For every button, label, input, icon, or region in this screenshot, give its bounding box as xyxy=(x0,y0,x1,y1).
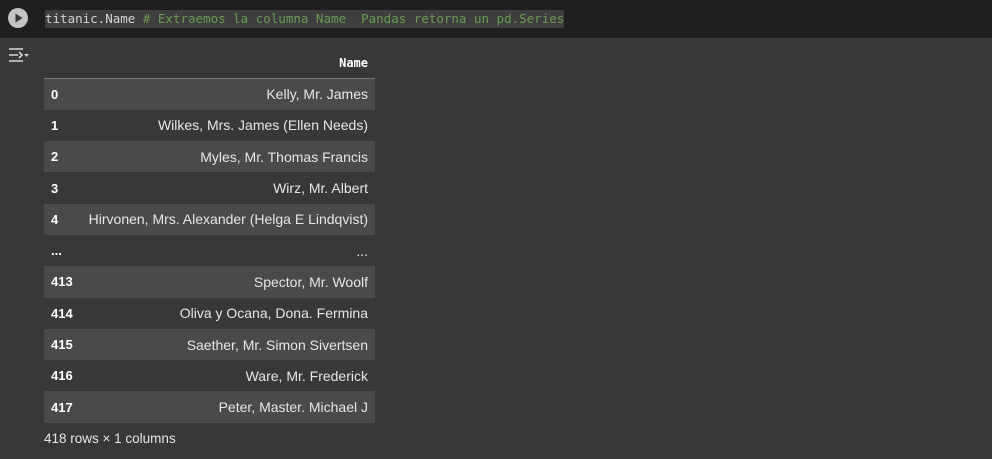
run-cell-button[interactable] xyxy=(8,8,28,28)
row-index: 2 xyxy=(51,149,59,165)
row-index: 4 xyxy=(51,211,59,227)
table-row: 1 Wilkes, Mrs. James (Ellen Needs) xyxy=(44,109,375,142)
name-cell: Spector, Mr. Woolf xyxy=(253,273,368,290)
row-index: 415 xyxy=(51,337,73,353)
table-row: 0 Kelly, Mr. James xyxy=(44,78,375,110)
table-header-row: Name xyxy=(44,47,375,79)
table-row: ...... xyxy=(44,234,375,267)
code-comment: # Extraemos la columna Name Pandas retor… xyxy=(142,11,565,26)
name-cell: Myles, Mr. Thomas Francis xyxy=(200,148,368,165)
table-row: 413 Spector, Mr. Woolf xyxy=(44,266,375,298)
row-index: 416 xyxy=(51,368,73,384)
table-row: 2 Myles, Mr. Thomas Francis xyxy=(44,141,375,173)
column-header-name: Name xyxy=(87,47,375,79)
row-index: 414 xyxy=(51,305,73,321)
row-index: 0 xyxy=(51,86,59,102)
row-index: 3 xyxy=(51,180,59,196)
code-line[interactable]: titanic.Name # Extraemos la columna Name… xyxy=(45,10,565,28)
table-row: 417 Peter, Master. Michael J xyxy=(44,391,375,423)
row-index: 417 xyxy=(51,399,73,415)
name-cell: Hirvonen, Mrs. Alexander (Helga E Lindqv… xyxy=(88,211,368,228)
row-index: 1 xyxy=(51,117,59,133)
index-header xyxy=(44,47,87,79)
name-cell: Saether, Mr. Simon Sivertsen xyxy=(186,336,368,353)
name-cell: Oliva y Ocana, Dona. Fermina xyxy=(179,305,368,322)
table-row: 415 Saether, Mr. Simon Sivertsen xyxy=(44,328,375,361)
play-icon xyxy=(15,13,23,23)
output-toggle-button[interactable] xyxy=(8,46,30,64)
table-row: 3 Wirz, Mr. Albert xyxy=(44,172,375,204)
table-shape-footer: 418 rows × 1 columns xyxy=(44,431,176,446)
table-body: 0 Kelly, Mr. James 1 Wilkes, Mrs. James (El… xyxy=(44,78,375,423)
output-toggle-icon xyxy=(9,48,29,62)
table-row: 416 Ware, Mr. Frederick xyxy=(44,360,375,392)
table-row: 4 Hirvonen, Mrs. Alexander (Helga E Lindq… xyxy=(44,203,375,235)
dataframe-table: Name 0 Kelly, Mr. James 1 Wilkes, Mrs. Jame… xyxy=(44,47,375,423)
name-cell: Ware, Mr. Frederick xyxy=(245,367,368,384)
name-cell: Wirz, Mr. Albert xyxy=(273,180,368,197)
notebook-cell: titanic.Name # Extraemos la columna Name… xyxy=(0,0,992,459)
row-index: ... xyxy=(51,243,62,259)
table-row: 414 Oliva y Ocana, Dona. Fermina xyxy=(44,297,375,329)
row-index: 413 xyxy=(51,274,73,290)
name-cell: Wilkes, Mrs. James (Ellen Needs) xyxy=(157,117,368,134)
code-cell-editor[interactable]: titanic.Name # Extraemos la columna Name… xyxy=(0,0,992,38)
name-cell: Kelly, Mr. James xyxy=(266,86,368,103)
name-cell: Peter, Master. Michael J xyxy=(218,399,368,416)
name-cell: ... xyxy=(356,242,368,259)
code-identifier: titanic.Name xyxy=(45,11,136,26)
